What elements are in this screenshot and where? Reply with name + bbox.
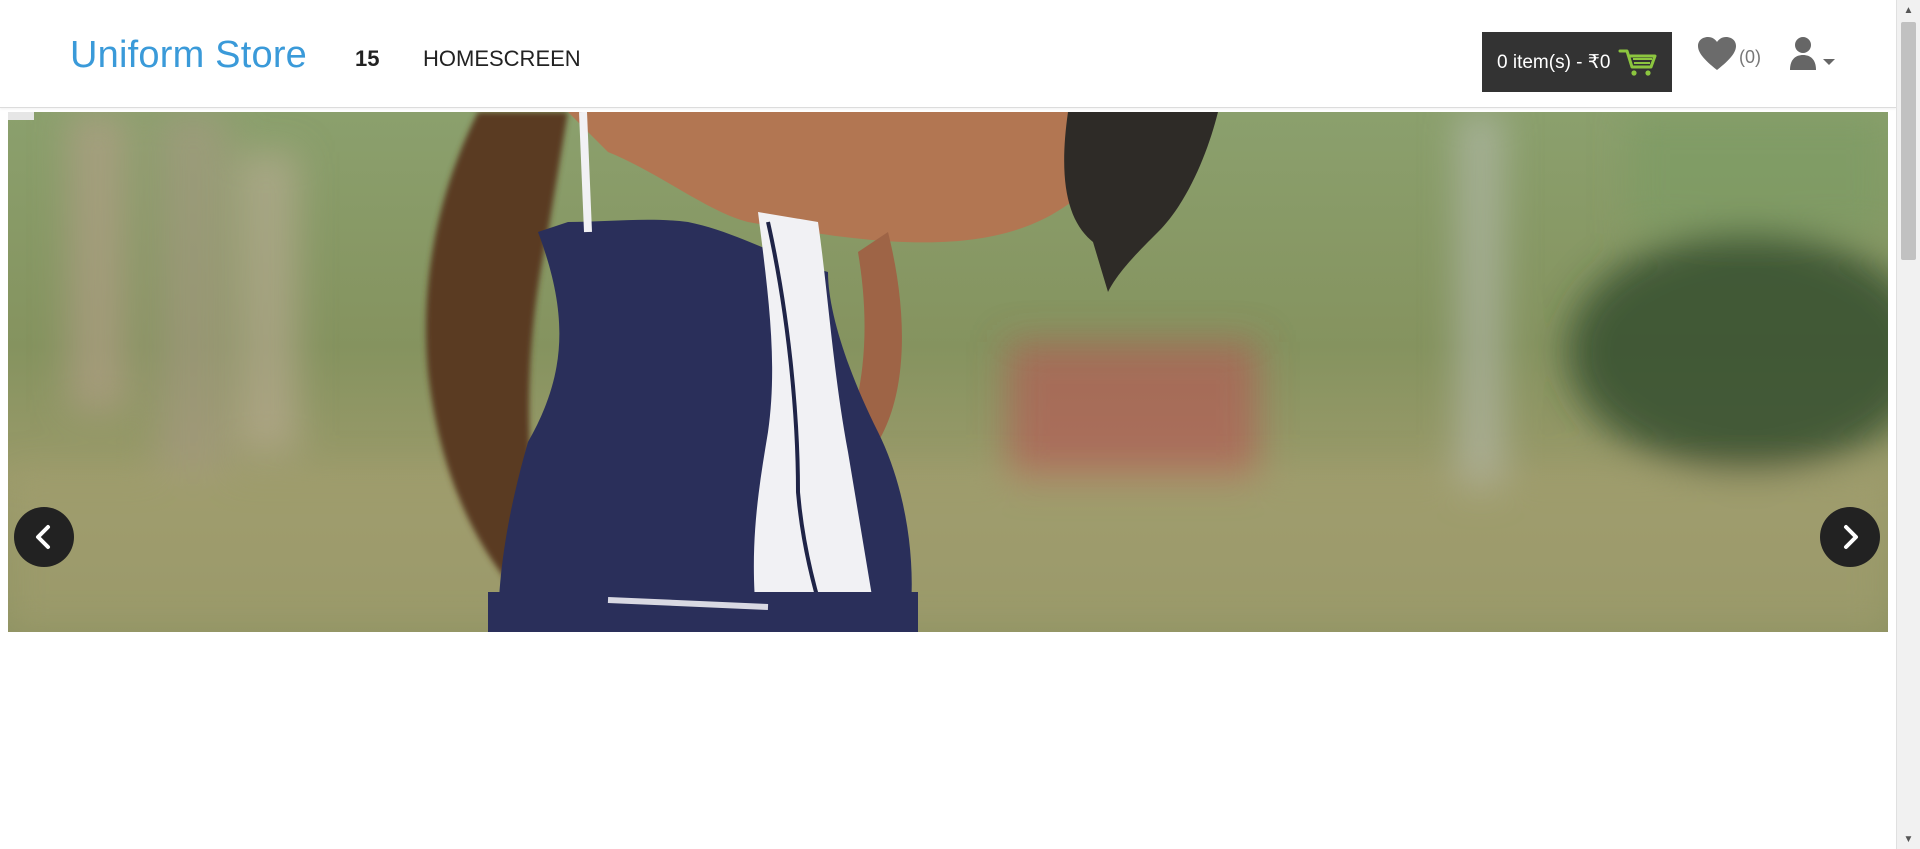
scroll-down-arrow-icon[interactable]: ▼ — [1897, 829, 1920, 849]
user-icon — [1788, 36, 1818, 72]
page-scrollbar[interactable]: ▲ ▼ — [1896, 0, 1920, 849]
brand-logo-link[interactable]: Uniform Store — [70, 34, 307, 77]
heart-icon — [1697, 36, 1737, 72]
caret-down-icon — [1822, 54, 1836, 65]
chevron-left-icon — [31, 524, 57, 550]
slide-indicator-tab — [8, 112, 34, 120]
nav-link-homescreen[interactable]: HOMESCREEN — [423, 46, 581, 72]
carousel-prev-button[interactable] — [14, 507, 74, 567]
nav-link-15[interactable]: 15 — [355, 46, 379, 72]
chevron-right-icon — [1837, 524, 1863, 550]
cart-summary: 0 item(s) - ₹0 — [1497, 51, 1611, 73]
account-menu-button[interactable] — [1788, 36, 1836, 72]
wishlist-button[interactable]: (0) — [1697, 36, 1761, 72]
scroll-thumb[interactable] — [1901, 22, 1916, 260]
scroll-up-arrow-icon[interactable]: ▲ — [1897, 0, 1920, 20]
cart-button[interactable]: 0 item(s) - ₹0 — [1482, 32, 1672, 92]
cart-icon — [1618, 47, 1658, 77]
wishlist-count: (0) — [1739, 46, 1761, 67]
hero-image — [8, 112, 1888, 632]
carousel-next-button[interactable] — [1820, 507, 1880, 567]
site-header: Uniform Store 15 HOMESCREEN 0 item(s) - … — [0, 0, 1896, 108]
hero-carousel — [8, 112, 1888, 632]
